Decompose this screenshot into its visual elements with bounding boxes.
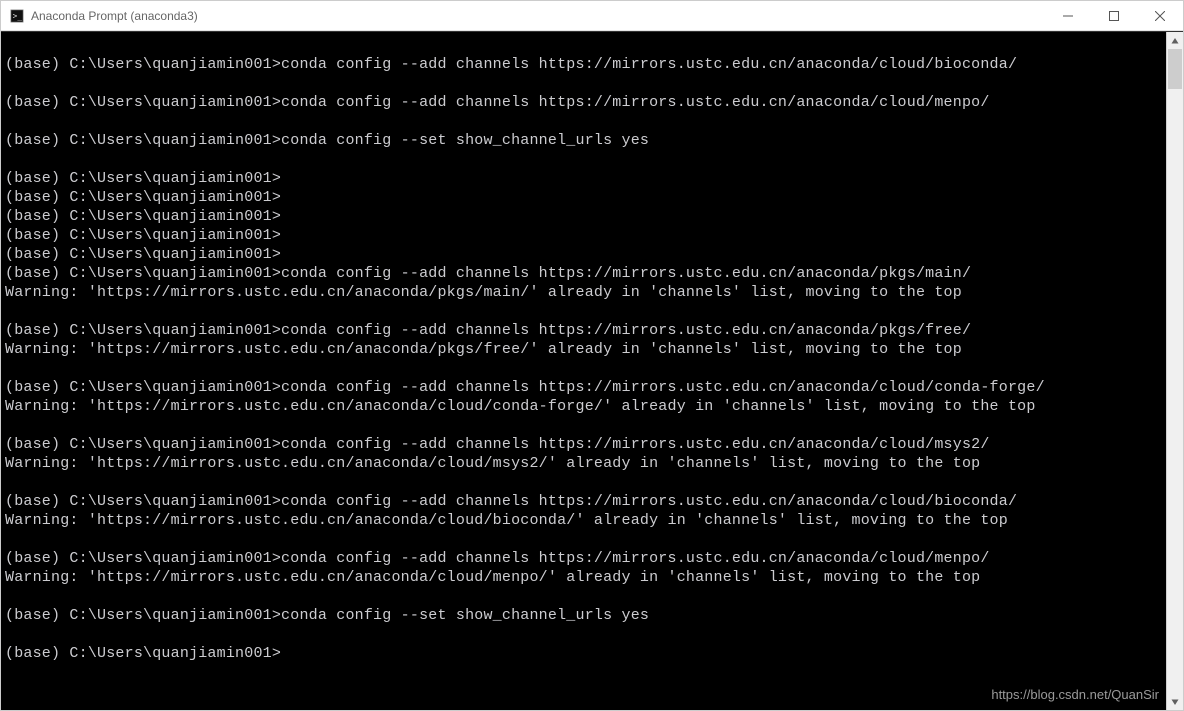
terminal-line (5, 302, 1162, 321)
terminal-area: (base) C:\Users\quanjiamin001>conda conf… (1, 31, 1183, 710)
minimize-button[interactable] (1045, 1, 1091, 30)
window-title: Anaconda Prompt (anaconda3) (31, 9, 1045, 23)
terminal-line (5, 587, 1162, 606)
terminal-line (5, 74, 1162, 93)
terminal-line: Warning: 'https://mirrors.ustc.edu.cn/an… (5, 568, 1162, 587)
scroll-thumb[interactable] (1168, 49, 1182, 89)
terminal-output[interactable]: (base) C:\Users\quanjiamin001>conda conf… (1, 32, 1166, 710)
terminal-line (5, 473, 1162, 492)
terminal-line: (base) C:\Users\quanjiamin001>conda conf… (5, 378, 1162, 397)
window-controls (1045, 1, 1183, 30)
terminal-line (5, 625, 1162, 644)
terminal-line (5, 359, 1162, 378)
terminal-line: Warning: 'https://mirrors.ustc.edu.cn/an… (5, 283, 1162, 302)
terminal-line: (base) C:\Users\quanjiamin001>conda conf… (5, 435, 1162, 454)
anaconda-prompt-icon: >_ (9, 8, 25, 24)
terminal-line (5, 416, 1162, 435)
terminal-line: (base) C:\Users\quanjiamin001>conda conf… (5, 55, 1162, 74)
scroll-track[interactable] (1167, 49, 1183, 693)
terminal-line: (base) C:\Users\quanjiamin001> (5, 226, 1162, 245)
terminal-line: Warning: 'https://mirrors.ustc.edu.cn/an… (5, 454, 1162, 473)
terminal-line (5, 112, 1162, 131)
anaconda-prompt-window: >_ Anaconda Prompt (anaconda3) (base) C:… (0, 0, 1184, 711)
terminal-line: (base) C:\Users\quanjiamin001>conda conf… (5, 264, 1162, 283)
terminal-line: (base) C:\Users\quanjiamin001>conda conf… (5, 131, 1162, 150)
scroll-down-button[interactable] (1167, 693, 1183, 710)
terminal-line: (base) C:\Users\quanjiamin001> (5, 169, 1162, 188)
terminal-line: (base) C:\Users\quanjiamin001>conda conf… (5, 549, 1162, 568)
terminal-line (5, 36, 1162, 55)
terminal-line (5, 530, 1162, 549)
svg-text:>_: >_ (13, 11, 23, 20)
terminal-line: (base) C:\Users\quanjiamin001> (5, 188, 1162, 207)
terminal-line: (base) C:\Users\quanjiamin001>conda conf… (5, 93, 1162, 112)
terminal-line: (base) C:\Users\quanjiamin001> (5, 245, 1162, 264)
close-button[interactable] (1137, 1, 1183, 30)
terminal-line: (base) C:\Users\quanjiamin001> (5, 644, 1162, 663)
terminal-line: (base) C:\Users\quanjiamin001>conda conf… (5, 492, 1162, 511)
terminal-line: Warning: 'https://mirrors.ustc.edu.cn/an… (5, 397, 1162, 416)
terminal-line: (base) C:\Users\quanjiamin001>conda conf… (5, 321, 1162, 340)
terminal-line: (base) C:\Users\quanjiamin001> (5, 207, 1162, 226)
terminal-line (5, 150, 1162, 169)
maximize-button[interactable] (1091, 1, 1137, 30)
terminal-line: Warning: 'https://mirrors.ustc.edu.cn/an… (5, 511, 1162, 530)
scroll-up-button[interactable] (1167, 32, 1183, 49)
terminal-line: (base) C:\Users\quanjiamin001>conda conf… (5, 606, 1162, 625)
window-titlebar[interactable]: >_ Anaconda Prompt (anaconda3) (1, 1, 1183, 31)
terminal-line: Warning: 'https://mirrors.ustc.edu.cn/an… (5, 340, 1162, 359)
vertical-scrollbar[interactable] (1166, 32, 1183, 710)
